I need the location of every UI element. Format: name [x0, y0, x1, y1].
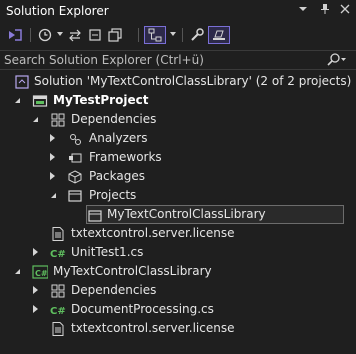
collapse-arrow-icon[interactable]: [33, 248, 38, 256]
search-bar: [0, 50, 356, 70]
expand-arrow-icon[interactable]: [15, 98, 20, 103]
history-dropdown-icon[interactable]: [57, 32, 63, 36]
tree-item-solution[interactable]: Solution 'MyTextControlClassLibrary' (2 …: [0, 72, 356, 91]
toolbar-separator: [138, 28, 139, 42]
svg-text:C#: C#: [35, 269, 48, 278]
dependencies-icon: [50, 283, 66, 298]
console-project-icon: [32, 93, 48, 108]
collapse-arrow-icon[interactable]: [33, 286, 38, 294]
svg-text:C#: C#: [50, 249, 66, 260]
tree-item-projects[interactable]: Projects: [0, 186, 356, 205]
expand-arrow-icon[interactable]: [15, 269, 20, 274]
tree-item-label: txtextcontrol.server.license: [71, 321, 235, 335]
title-bar: Solution Explorer: [0, 0, 356, 22]
tree-item-label: txtextcontrol.server.license: [71, 226, 235, 240]
framework-icon: [67, 150, 83, 165]
tree-item-label: Projects: [89, 188, 137, 202]
analyzer-icon: [67, 131, 83, 146]
tree-item-project-reference[interactable]: MyTextControlClassLibrary: [86, 205, 344, 224]
collapse-arrow-icon[interactable]: [50, 172, 55, 180]
tree-item-dependencies[interactable]: Dependencies: [0, 281, 356, 300]
tree-item-dependencies[interactable]: Dependencies: [0, 110, 356, 129]
search-icon[interactable]: [325, 53, 347, 70]
dropdown-icon[interactable]: [296, 3, 310, 19]
collapse-arrow-icon[interactable]: [33, 305, 38, 313]
properties-wrench-icon[interactable]: [188, 26, 206, 44]
tree-item-label: Solution 'MyTextControlClassLibrary' (2 …: [34, 74, 352, 88]
collapse-arrow-icon[interactable]: [50, 153, 55, 161]
svg-text:C#: C#: [50, 306, 66, 317]
history-icon[interactable]: [36, 26, 54, 44]
tree-item-label: MyTestProject: [53, 93, 149, 107]
preview-selected-items-icon[interactable]: [208, 26, 230, 44]
switch-views-icon[interactable]: [6, 26, 24, 44]
csharp-file-icon: C#: [50, 245, 66, 260]
file-icon: [50, 226, 66, 241]
tree-item-label: Dependencies: [71, 283, 157, 297]
tree-item-analyzers[interactable]: Analyzers: [0, 129, 356, 148]
tree-item-label: MyTextControlClassLibrary: [107, 207, 266, 221]
csharp-project-icon: C#: [32, 264, 48, 279]
tree-item-label: Packages: [89, 169, 145, 183]
tree-item-class-library[interactable]: C# MyTextControlClassLibrary: [0, 262, 356, 281]
filter-dropdown-icon[interactable]: [170, 32, 176, 36]
search-input[interactable]: [4, 52, 304, 68]
file-icon: [50, 321, 66, 336]
tree-item-license-file[interactable]: txtextcontrol.server.license: [0, 224, 356, 243]
show-all-files-icon[interactable]: [144, 26, 166, 44]
sync-icon[interactable]: [66, 26, 84, 44]
solution-icon: [14, 74, 30, 89]
tree-item-label: Analyzers: [89, 131, 148, 145]
tree-item-unittest-file[interactable]: C# UnitTest1.cs: [0, 243, 356, 262]
tree-item-label: UnitTest1.cs: [71, 245, 144, 259]
toolbar-separator: [182, 28, 183, 42]
csharp-file-icon: C#: [50, 302, 66, 317]
dependencies-icon: [50, 112, 66, 127]
expand-arrow-icon[interactable]: [51, 193, 56, 198]
package-icon: [67, 169, 83, 184]
tree-item-frameworks[interactable]: Frameworks: [0, 148, 356, 167]
project-reference-icon: [87, 208, 103, 223]
tree-item-label: DocumentProcessing.cs: [71, 302, 214, 316]
refresh-icon[interactable]: [86, 26, 104, 44]
tree-item-document-processing-file[interactable]: C# DocumentProcessing.cs: [0, 300, 356, 319]
projects-icon: [67, 188, 83, 203]
pin-icon[interactable]: [318, 3, 332, 19]
tree-item-label: Frameworks: [89, 150, 162, 164]
window-title: Solution Explorer: [6, 4, 109, 18]
close-icon[interactable]: [338, 3, 352, 19]
collapse-all-icon[interactable]: [106, 26, 124, 44]
tree-item-license-file[interactable]: txtextcontrol.server.license: [0, 319, 356, 338]
collapse-arrow-icon[interactable]: [50, 134, 55, 142]
tree-item-packages[interactable]: Packages: [0, 167, 356, 186]
toolbar-separator: [30, 28, 31, 42]
tree-item-test-project[interactable]: MyTestProject: [0, 91, 356, 110]
tree-item-label: MyTextControlClassLibrary: [53, 264, 212, 278]
toolbar: [0, 22, 356, 48]
tree-item-label: Dependencies: [71, 112, 157, 126]
expand-arrow-icon[interactable]: [33, 117, 38, 122]
